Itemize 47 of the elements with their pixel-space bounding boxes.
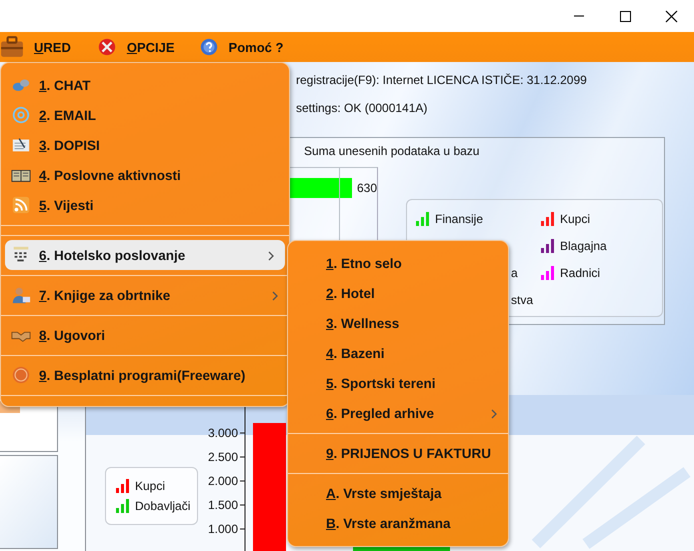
menu-item[interactable]: 7. Knjige za obrtnike [1, 280, 289, 310]
briefcase-icon [0, 35, 24, 59]
menu-item[interactable]: 5. Vijesti [1, 190, 289, 220]
help-icon [198, 37, 219, 57]
menu-item[interactable]: 5. Sportski tereni [288, 368, 508, 398]
status-text: registracije(F9): Internet LICENCA ISTIČE: 31.12.2099 [296, 73, 588, 89]
menu-item[interactable]: 3. Wellness [288, 308, 508, 338]
tick-label: 1.500 [208, 498, 238, 512]
menu-item[interactable]: 4. Bazeni [288, 338, 508, 368]
menu-item[interactable]: A. Vrste smještaja [288, 478, 508, 508]
close-icon [664, 10, 678, 22]
menu-item[interactable]: 9. Besplatni programi(Freeware) [1, 360, 289, 390]
menu-item[interactable]: 9. PRIJENOS U FAKTURU [288, 438, 508, 468]
tick-label: 2.000 [208, 474, 238, 488]
person-icon [11, 285, 31, 305]
legend-label: Kupci [135, 479, 166, 493]
legend-label: Blagajna [560, 238, 607, 252]
status-text: settings: OK (0000141A) [296, 101, 428, 117]
chevron-icon [490, 408, 498, 420]
menu-item[interactable]: 6. Hotelsko poslovanje [5, 240, 285, 270]
menu-item[interactable]: B. Vrste aranžmana [288, 508, 508, 538]
tick-label: 3.000 [208, 426, 238, 440]
bar-value: 630 [356, 180, 377, 197]
menu-title[interactable]: OPCIJE [126, 38, 175, 56]
menu-item[interactable]: 2. EMAIL [1, 100, 289, 130]
menu-item[interactable]: 8. Ugovori [1, 320, 289, 350]
menu-title[interactable]: URED [34, 38, 71, 56]
menu-title[interactable]: Pomoć ? [228, 38, 284, 56]
stamp-icon [11, 365, 31, 385]
tick-label: 2.500 [208, 450, 238, 464]
tick-label: 1.000 [208, 522, 238, 536]
legend-label: stva [511, 292, 534, 306]
rss-icon [11, 195, 31, 215]
legend-label: Kupci [560, 212, 590, 226]
menu-item[interactable]: 1. CHAT [1, 70, 289, 100]
panel-title: Suma unesenih podataka u bazu [304, 144, 480, 158]
menu-item[interactable]: 3. DOPISI [1, 130, 289, 160]
legend-label: Finansije [435, 212, 484, 226]
legend-label: Radnici [560, 266, 600, 280]
menu-item[interactable]: 1. Etno selo [288, 248, 508, 278]
legend-label: Dobavljači [135, 499, 190, 513]
legend-label: a [511, 266, 518, 280]
maximize-icon [618, 10, 632, 22]
chevron-icon [267, 250, 275, 262]
menu-item[interactable]: 2. Hotel [288, 278, 508, 308]
menu-item[interactable]: 4. Poslovne aktivnosti [1, 160, 289, 190]
chevron-icon [271, 290, 279, 302]
